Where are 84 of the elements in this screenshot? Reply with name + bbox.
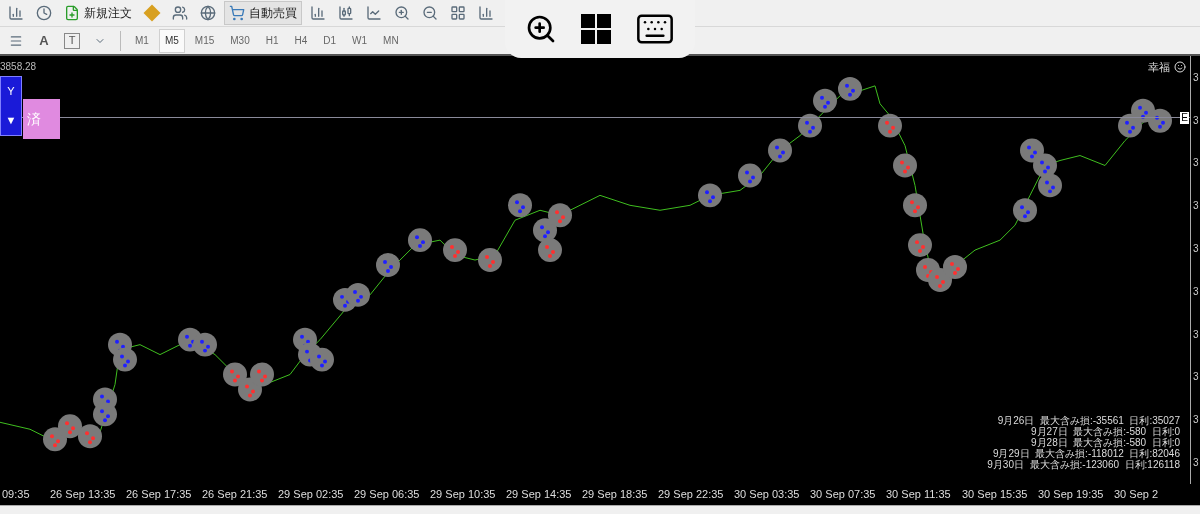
- trade-marker: [768, 138, 792, 163]
- price-axis-label: 3: [1192, 284, 1200, 299]
- trade-marker: [250, 362, 274, 387]
- trade-marker: [538, 238, 562, 263]
- trade-marker: [58, 414, 82, 439]
- trade-marker: [346, 282, 370, 307]
- trade-marker: [903, 193, 927, 218]
- trade-marker: [893, 153, 917, 178]
- daily-stats-text: 9月27日 最大含み損:-580 日利:0: [1031, 426, 1180, 437]
- trade-marker: [408, 228, 432, 253]
- trade-marker: [376, 253, 400, 277]
- price-axis-label: 3: [1192, 242, 1200, 257]
- trade-marker: [223, 362, 247, 387]
- price-axis-label: 3: [1192, 413, 1200, 428]
- price-axis-label: 3: [1192, 199, 1200, 214]
- timeframe-button[interactable]: M15: [188, 28, 221, 53]
- time-axis-label: 29 Sep 22:35: [657, 487, 725, 503]
- buy-button[interactable]: Y ▼: [0, 76, 22, 136]
- time-axis-label: 30 Sep 07:35: [809, 487, 877, 503]
- trade-marker: [1148, 108, 1172, 133]
- trade-marker: [508, 193, 532, 218]
- trade-marker: [798, 113, 822, 138]
- time-axis-label: 29 Sep 02:35: [277, 487, 345, 503]
- new-order-button[interactable]: 新規注文: [60, 2, 136, 24]
- trade-marker: [113, 347, 137, 372]
- trade-marker: [878, 113, 902, 138]
- indicator-name: 幸福: [1148, 60, 1170, 75]
- cart-icon: [229, 5, 245, 21]
- text-label-tool[interactable]: T: [64, 32, 80, 49]
- timeframe-button[interactable]: H4: [288, 28, 314, 53]
- time-axis-label: 29 Sep 14:35: [505, 487, 573, 503]
- price-label: 3858.28: [0, 60, 37, 74]
- trade-marker: [838, 76, 862, 101]
- trade-marker: [698, 183, 722, 208]
- timeframe-button[interactable]: H1: [259, 28, 285, 53]
- price-axis-label: 3: [1192, 456, 1200, 471]
- smiley-icon: [1174, 61, 1186, 74]
- time-axis-label: 29 Sep 10:35: [429, 487, 497, 503]
- price-axis-label: 3: [1192, 370, 1200, 385]
- time-axis-label: 29 Sep 18:35: [581, 487, 649, 503]
- time-axis-label: 26 Sep 13:35: [49, 487, 117, 503]
- daily-stats-text: 9月28日 最大含み損:-580 日利:0: [1031, 437, 1180, 448]
- time-axis-label: 30 Sep 19:35: [1037, 487, 1105, 503]
- trade-marker: [813, 88, 837, 113]
- trade-marker: [310, 347, 334, 372]
- timeframe-button[interactable]: M1: [129, 28, 155, 53]
- daily-stats-text: 9月26日 最大含み損:-35561 日利:35027: [997, 415, 1180, 426]
- daily-stats-text: 9月30日 最大含み損:-123060 日利:126118: [987, 459, 1180, 470]
- timeframe-button[interactable]: MN: [377, 28, 405, 53]
- trade-marker: [943, 255, 967, 279]
- trade-marker: [1013, 198, 1037, 223]
- zoom-in-icon[interactable]: [525, 13, 557, 45]
- price-axis-label: 3: [1192, 327, 1200, 342]
- timeframe-button[interactable]: M5: [158, 28, 185, 53]
- price-axis-label: 3: [1192, 70, 1200, 85]
- trade-marker: [548, 203, 572, 228]
- time-axis-label: 30 Sep 11:35: [885, 487, 952, 503]
- text-tool[interactable]: A: [32, 29, 56, 52]
- trade-marker: [1033, 153, 1057, 178]
- time-axis-label: 30 Sep 2: [1113, 487, 1160, 503]
- price-marker: E: [1180, 112, 1189, 124]
- trade-marker: [478, 248, 502, 272]
- time-axis-label: 26 Sep 17:35: [125, 487, 193, 503]
- time-axis-label: 26 Sep 21:35: [201, 487, 269, 503]
- trade-marker: [193, 332, 217, 357]
- time-axis-label: 30 Sep 15:35: [961, 487, 1029, 503]
- time-axis-label: 30 Sep 03:35: [733, 487, 801, 503]
- timeframe-button[interactable]: M30: [224, 28, 256, 53]
- windows-icon[interactable]: [581, 14, 611, 44]
- auto-trading-button[interactable]: 自動売買: [224, 1, 302, 25]
- file-plus-icon: [64, 5, 80, 21]
- price-axis-label: 3: [1192, 113, 1200, 128]
- trade-marker: [1038, 173, 1062, 198]
- trade-marker: [78, 424, 102, 449]
- time-axis-label: 09:35: [1, 487, 31, 503]
- timeframe-button[interactable]: W1: [346, 28, 374, 53]
- price-axis-label: 3: [1192, 156, 1200, 171]
- trade-marker: [738, 163, 762, 188]
- daily-stats-text: 9月29日 最大含み損:-118012 日利:82046: [992, 448, 1180, 459]
- timeframe-button[interactable]: D1: [317, 28, 343, 53]
- trade-marker: [93, 402, 117, 427]
- trade-marker: [443, 238, 467, 263]
- trade-marker: [908, 233, 932, 258]
- time-axis-label: 29 Sep 06:35: [353, 487, 421, 503]
